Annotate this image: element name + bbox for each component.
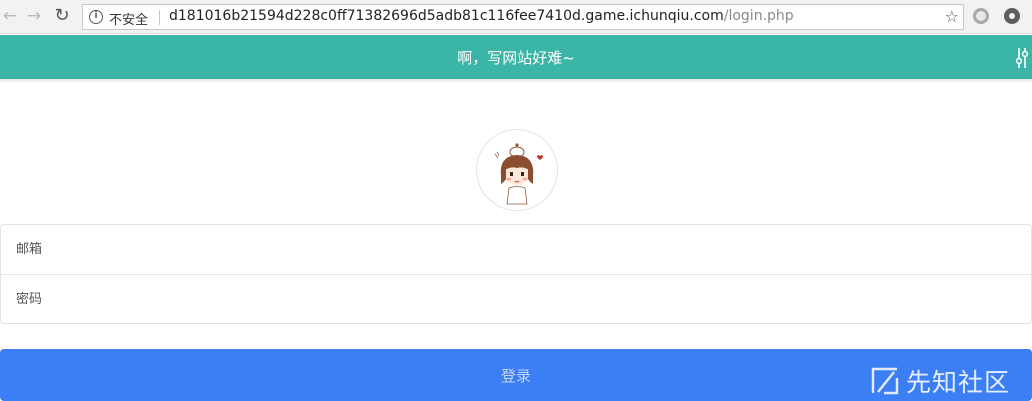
settings-sliders-icon[interactable] xyxy=(1015,46,1029,70)
login-form xyxy=(0,224,1032,324)
watermark-logo-icon xyxy=(871,367,899,395)
address-bar[interactable]: i 不安全 d181016b21594d228c0ff71382696d5adb… xyxy=(82,4,964,30)
watermark-text: 先知社区 xyxy=(906,368,1011,397)
reload-icon[interactable]: ↻ xyxy=(52,6,72,26)
browser-toolbar: ← → ↻ i 不安全 d181016b21594d228c0ff7138269… xyxy=(0,0,1032,34)
security-label[interactable]: 不安全 xyxy=(109,9,148,28)
forward-arrow-icon[interactable]: → xyxy=(24,6,44,26)
avatar xyxy=(476,129,558,211)
site-header: 啊，写网站好难~ xyxy=(0,35,1032,79)
back-arrow-icon[interactable]: ← xyxy=(0,6,20,26)
info-icon[interactable]: i xyxy=(89,10,103,24)
address-bar-divider xyxy=(159,10,160,25)
url-host: d181016b21594d228c0ff71382696d5adb81c116… xyxy=(169,8,724,24)
extension-gear-icon[interactable] xyxy=(1004,8,1020,24)
url-path: /login.php xyxy=(723,8,794,24)
password-field[interactable] xyxy=(1,275,1031,324)
email-field[interactable] xyxy=(1,225,1031,274)
avatar-girl-illustration xyxy=(494,143,543,205)
watermark: 先知社区 xyxy=(870,364,1010,398)
url-text[interactable]: d181016b21594d228c0ff71382696d5adb81c116… xyxy=(169,8,794,24)
extension-circle-icon[interactable] xyxy=(973,8,989,24)
bookmark-star-icon[interactable]: ☆ xyxy=(945,7,959,26)
site-title: 啊，写网站好难~ xyxy=(457,49,575,67)
